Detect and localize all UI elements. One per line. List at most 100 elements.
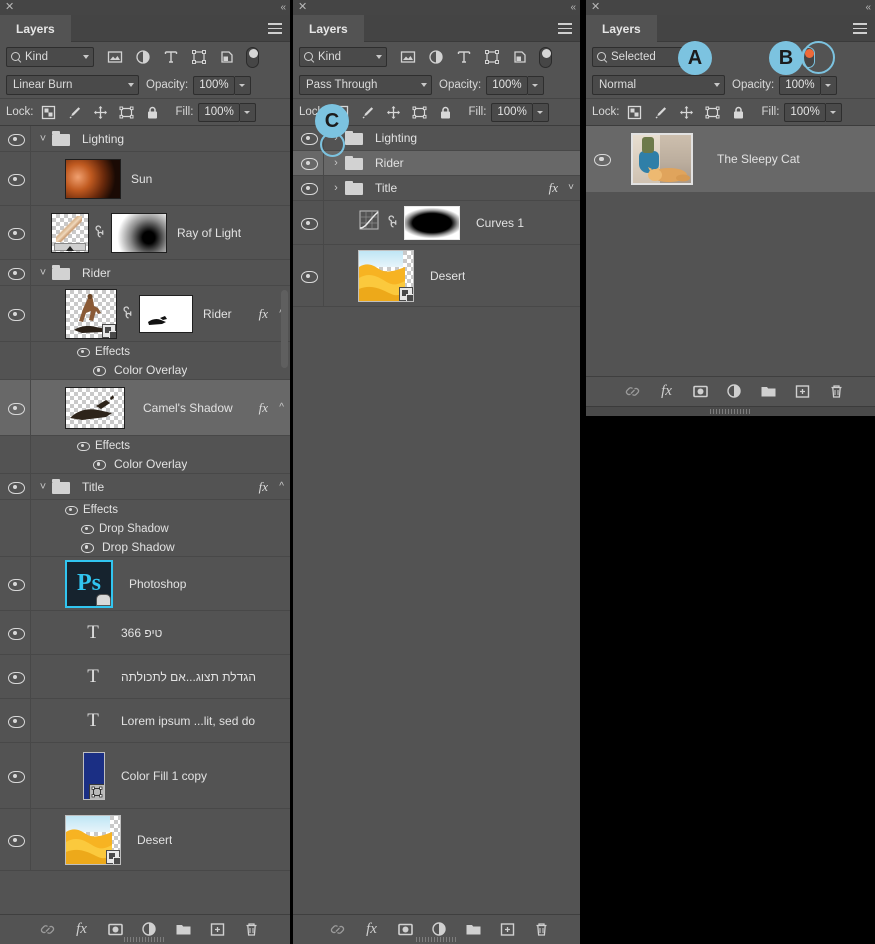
eye-icon[interactable] <box>81 524 94 534</box>
opacity-input[interactable]: 100% <box>193 75 235 95</box>
fill-stepper[interactable] <box>239 102 256 122</box>
layer-row-drop-shadow-2[interactable]: Drop Shadow <box>0 538 290 557</box>
visibility-toggle[interactable] <box>0 206 31 259</box>
layer-row-sleepy-cat[interactable]: The Sleepy Cat <box>586 126 875 192</box>
filter-toggle-switch[interactable] <box>539 46 552 68</box>
visibility-toggle[interactable] <box>0 538 31 556</box>
layer-row-camels-shadow[interactable]: Camel's Shadow fx ^ <box>0 380 290 436</box>
chevron-down-icon[interactable]: ˅ <box>37 481 49 493</box>
visibility-toggle[interactable] <box>293 151 324 175</box>
layer-row-desert[interactable]: Desert <box>0 809 290 871</box>
add-layer-mask-icon[interactable] <box>107 921 124 938</box>
layer-effects-badge[interactable]: fx <box>259 400 268 416</box>
tab-layers[interactable]: Layers <box>0 15 71 42</box>
layer-row-desert[interactable]: Desert <box>293 245 580 307</box>
new-layer-icon[interactable] <box>794 383 811 400</box>
new-group-icon[interactable] <box>465 921 482 938</box>
chevron-down-icon[interactable]: ˅ <box>37 267 49 279</box>
visibility-toggle[interactable] <box>0 809 31 870</box>
eye-icon[interactable] <box>81 543 94 553</box>
new-group-icon[interactable] <box>760 383 777 400</box>
close-icon[interactable]: ✕ <box>5 1 14 14</box>
adjustment-layer-filter-icon[interactable] <box>428 49 444 65</box>
visibility-toggle[interactable] <box>293 201 324 244</box>
visibility-toggle[interactable] <box>0 519 31 538</box>
delete-layer-icon[interactable] <box>828 383 845 400</box>
link-mask-icon[interactable] <box>122 306 134 321</box>
layer-row-type-3[interactable]: T Lorem ipsum ...lit, sed do <box>0 699 290 743</box>
eye-icon[interactable] <box>65 505 78 515</box>
filter-toggle-switch[interactable] <box>246 46 259 68</box>
pixel-layer-filter-icon[interactable] <box>400 49 416 65</box>
layer-row-title[interactable]: › Title fx ˅ <box>293 176 580 201</box>
color-fill-thumbnail[interactable] <box>83 751 105 800</box>
layer-row-drop-shadow-1[interactable]: Drop Shadow <box>0 519 290 538</box>
visibility-toggle[interactable] <box>0 126 31 151</box>
fill-input[interactable]: 100% <box>491 102 533 122</box>
layer-row-color-fill[interactable]: Color Fill 1 copy <box>0 743 290 809</box>
chevron-down-icon[interactable]: ˅ <box>568 183 574 193</box>
layer-row-effects[interactable]: Effects <box>0 500 290 519</box>
visibility-toggle[interactable] <box>0 361 31 379</box>
desert-thumbnail[interactable] <box>358 249 414 302</box>
new-adjustment-layer-icon[interactable] <box>726 383 743 400</box>
curves-adjustment-icon[interactable] <box>358 209 382 236</box>
desert-thumbnail[interactable] <box>65 814 121 865</box>
lock-artboard-nesting-icon[interactable] <box>119 105 134 120</box>
opacity-stepper[interactable] <box>527 75 544 95</box>
pixel-layer-filter-icon[interactable] <box>107 49 123 65</box>
fill-input[interactable]: 100% <box>198 102 240 122</box>
visibility-toggle[interactable] <box>0 699 31 742</box>
fill-stepper[interactable] <box>532 102 549 122</box>
filter-type-dropdown[interactable]: Kind <box>299 47 387 67</box>
eye-icon[interactable] <box>77 441 90 451</box>
curves-mask-thumbnail[interactable] <box>404 205 460 240</box>
layer-row-sun[interactable]: Sun <box>0 152 290 206</box>
photoshop-logo-thumbnail[interactable]: Ps <box>65 559 113 608</box>
visibility-toggle[interactable] <box>293 176 324 200</box>
layer-effects-badge[interactable]: fx <box>259 306 268 322</box>
tab-layers[interactable]: Layers <box>586 15 657 42</box>
lock-position-icon[interactable] <box>93 105 108 120</box>
delete-layer-icon[interactable] <box>243 921 260 938</box>
layer-effects-badge[interactable]: fx <box>259 479 268 495</box>
layer-row-curves[interactable]: Curves 1 <box>293 201 580 245</box>
panel-resize-strip[interactable] <box>586 406 875 416</box>
chevron-up-icon[interactable]: ^ <box>279 481 284 492</box>
layer-row-rider-group[interactable]: ˅ Rider <box>0 260 290 286</box>
blend-mode-dropdown[interactable]: Linear Burn <box>6 75 139 95</box>
filter-type-dropdown[interactable]: Kind <box>6 47 94 67</box>
filter-type-dropdown[interactable]: Selected <box>592 47 690 67</box>
layer-style-fx-icon[interactable]: fx <box>73 921 90 938</box>
lock-image-pixels-icon[interactable] <box>360 105 375 120</box>
visibility-toggle[interactable] <box>0 743 31 808</box>
rider-mask[interactable] <box>139 294 193 333</box>
lock-transparent-pixels-icon[interactable] <box>41 105 56 120</box>
visibility-toggle[interactable] <box>0 611 31 654</box>
visibility-toggle[interactable] <box>0 655 31 698</box>
visibility-toggle[interactable] <box>0 436 31 455</box>
link-layers-icon[interactable] <box>329 921 346 938</box>
layer-row-type-1[interactable]: T טיפ 366 <box>0 611 290 655</box>
layer-row-effects[interactable]: Effects <box>0 342 290 361</box>
lock-image-pixels-icon[interactable] <box>67 105 82 120</box>
visibility-toggle[interactable] <box>0 455 31 473</box>
visibility-toggle[interactable] <box>0 474 31 499</box>
chevron-right-icon[interactable]: › <box>330 182 342 194</box>
layer-row-color-overlay[interactable]: Color Overlay <box>0 455 290 474</box>
link-layers-icon[interactable] <box>39 921 56 938</box>
layer-row-ray-of-light[interactable]: Ray of Light <box>0 206 290 260</box>
lock-image-pixels-icon[interactable] <box>653 105 668 120</box>
visibility-toggle[interactable] <box>0 286 31 341</box>
lock-artboard-nesting-icon[interactable] <box>705 105 720 120</box>
smart-object-filter-icon[interactable] <box>219 49 235 65</box>
eye-icon[interactable] <box>93 460 106 470</box>
ray-of-light-thumbnail[interactable] <box>51 212 89 253</box>
visibility-toggle[interactable] <box>0 342 31 361</box>
layer-row-title-group[interactable]: ˅ Title fx ^ <box>0 474 290 500</box>
add-layer-mask-icon[interactable] <box>397 921 414 938</box>
sun-thumbnail[interactable] <box>65 158 121 199</box>
opacity-input[interactable]: 100% <box>486 75 528 95</box>
type-layer-filter-icon[interactable] <box>456 49 472 65</box>
lock-position-icon[interactable] <box>679 105 694 120</box>
